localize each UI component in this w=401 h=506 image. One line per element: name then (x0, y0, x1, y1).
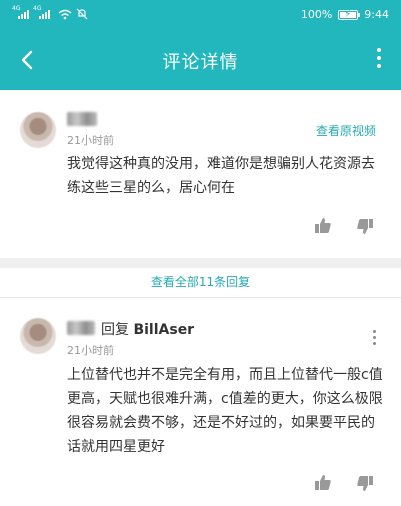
username-blurred[interactable] (67, 112, 97, 126)
thumb-up-icon (315, 218, 331, 233)
thumb-down-icon (357, 476, 373, 491)
more-icon (371, 330, 377, 345)
reply-comment: 回复 BillAser 21小时前 上位替代也并不是完全有用，而且上位替代一般c… (0, 298, 401, 506)
reply-time: 21小时前 (67, 344, 114, 357)
reply-more-button[interactable] (371, 330, 377, 348)
comment-body: 我觉得这种真的没用，难道你是想骗别人花资源去练这些三星的么，居心何在 (67, 156, 375, 196)
status-bar: 4G 4G 100% ⚡ 9:44 (0, 0, 401, 30)
avatar[interactable] (20, 318, 56, 354)
battery-percent: 100% (300, 8, 333, 21)
page-title: 评论详情 (162, 52, 239, 73)
dislike-button[interactable] (356, 475, 374, 493)
thumb-down-icon (357, 219, 373, 234)
dislike-button[interactable] (356, 218, 374, 236)
view-all-replies-link[interactable]: 查看全部11条回复 (0, 273, 401, 290)
view-video-link[interactable]: 查看原视频 (316, 122, 376, 139)
comment-time: 21小时前 (67, 134, 114, 147)
app-bar: 评论详情 (0, 30, 401, 90)
more-icon (375, 48, 383, 68)
reply-word: 回复 (101, 322, 129, 338)
battery-icon: ⚡ (338, 9, 361, 20)
avatar[interactable] (20, 112, 56, 148)
wifi-icon (58, 9, 72, 19)
username-blurred[interactable] (67, 321, 95, 335)
mute-icon (76, 8, 88, 20)
thumb-up-icon (315, 475, 331, 490)
clock: 9:44 (364, 8, 389, 21)
like-button[interactable] (314, 473, 332, 491)
reply-to-user[interactable]: BillAser (133, 322, 194, 338)
section-divider (0, 258, 401, 268)
signal-icon: 4G (12, 5, 29, 19)
reply-body: 上位替代也并不是完全有用，而且上位替代一般c值更高，天赋也很难升满，c值差的更大… (67, 367, 383, 455)
more-button[interactable] (375, 48, 383, 72)
reply-to-label: 回复 BillAser (101, 319, 194, 339)
main-comment: 21小时前 查看原视频 我觉得这种真的没用，难道你是想骗别人花资源去练这些三星的… (0, 90, 401, 258)
signal-icon: 4G (33, 5, 50, 19)
like-button[interactable] (314, 216, 332, 234)
